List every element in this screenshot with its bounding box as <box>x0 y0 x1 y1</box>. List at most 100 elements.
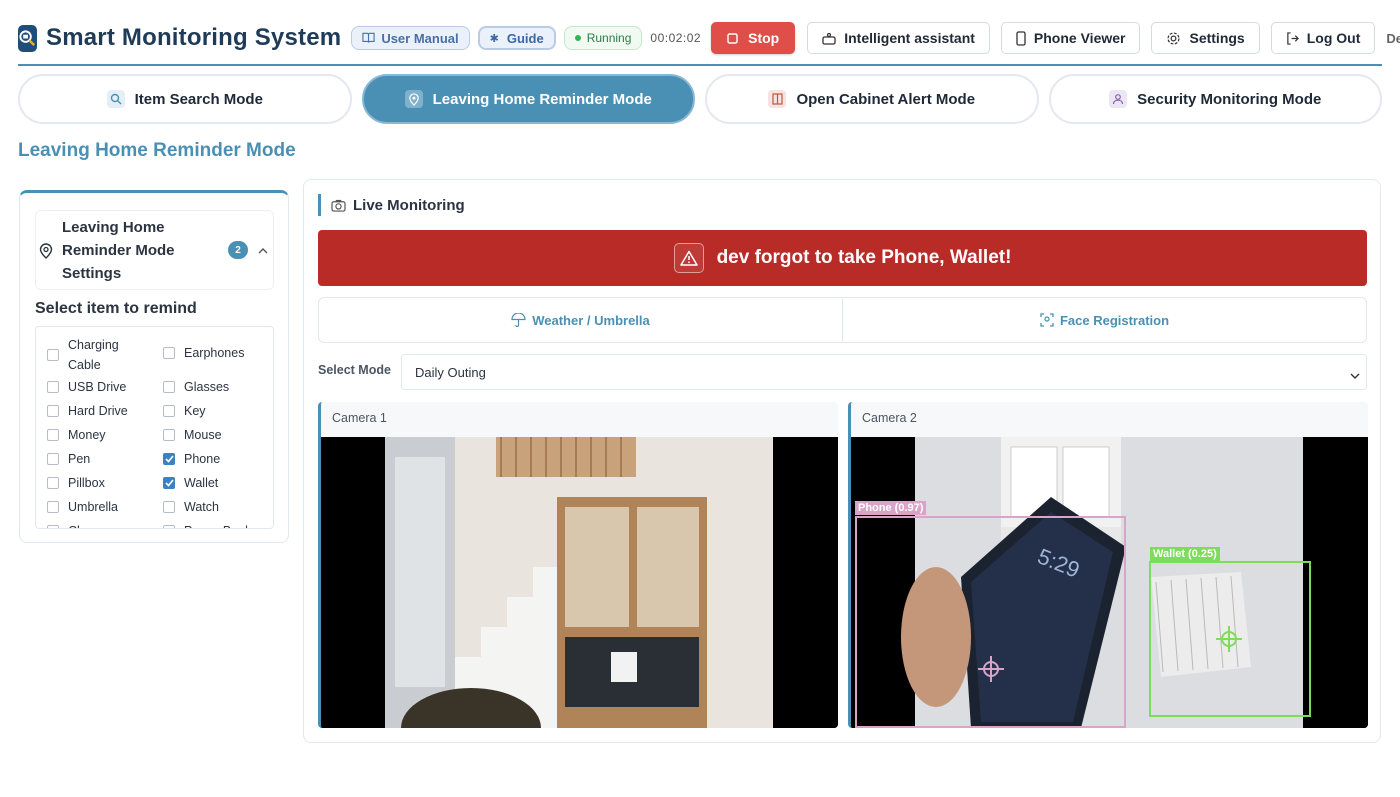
checklist-item[interactable]: Umbrella <box>47 497 118 517</box>
settings-button[interactable]: Settings <box>1151 22 1260 54</box>
checklist-item[interactable]: Hard Drive <box>47 401 128 421</box>
location-pin-icon <box>39 243 53 264</box>
checkbox[interactable] <box>163 347 175 359</box>
logout-icon <box>1286 31 1299 45</box>
checkbox[interactable] <box>47 477 59 489</box>
tab-open-cabinet-alert[interactable]: Open Cabinet Alert Mode <box>705 74 1039 124</box>
check-icon <box>164 479 174 487</box>
checklist-item[interactable]: Mouse <box>163 425 222 445</box>
user-name: Developer <box>1386 30 1400 46</box>
checklist-item-label: Charging Cable <box>68 338 119 372</box>
checklist-item[interactable]: Phone <box>163 449 220 469</box>
intelligent-assistant-button[interactable]: Intelligent assistant <box>807 22 990 54</box>
camera-1-image <box>321 437 838 728</box>
user-shield-icon <box>1109 90 1128 108</box>
checklist-item-label: Power Bank <box>184 521 251 528</box>
checklist-item[interactable]: Charging Cable <box>47 335 137 375</box>
stop-icon <box>727 32 738 44</box>
tab-face-registration[interactable]: Face Registration <box>842 298 1366 342</box>
checkbox[interactable] <box>47 429 59 441</box>
forgotten-items-alert: dev forgot to take Phone, Wallet! <box>318 230 1367 286</box>
camera-icon <box>331 199 346 212</box>
warning-icon <box>673 243 704 273</box>
tab-leaving-home-reminder[interactable]: Leaving Home Reminder Mode <box>361 74 695 124</box>
camera-label: Camera 2 <box>862 411 917 425</box>
checklist-item-label: Watch <box>184 500 219 514</box>
phone-detection-label: Phone (0.97) <box>855 501 927 515</box>
checklist-item[interactable]: USB Drive <box>47 377 126 397</box>
checklist-item[interactable]: Earphones <box>163 343 244 363</box>
guide-label: Guide <box>506 30 544 46</box>
tab-security-monitoring[interactable]: Security Monitoring Mode <box>1048 74 1382 124</box>
mode-tabs: Item Search Mode Leaving Home Reminder M… <box>18 74 1382 126</box>
checklist-item-label: Hard Drive <box>68 404 128 418</box>
select-item-label: Select item to remind <box>35 300 197 317</box>
checkbox[interactable] <box>47 405 59 417</box>
checklist-item-label: Charger <box>68 521 113 528</box>
check-icon <box>164 455 174 463</box>
settings-title: Leaving Home Reminder Mode Settings <box>62 219 175 282</box>
cabinet-icon <box>768 90 787 108</box>
chevron-up-icon[interactable] <box>258 242 268 260</box>
checkbox[interactable] <box>163 381 175 393</box>
checkbox[interactable] <box>163 501 175 513</box>
phone-viewer-label: Phone Viewer <box>1033 30 1126 46</box>
checkbox[interactable] <box>47 453 59 465</box>
user-manual-button[interactable]: User Manual <box>351 26 470 50</box>
checklist-item[interactable]: Pillbox <box>47 473 105 493</box>
tab-label: Open Cabinet Alert Mode <box>796 90 976 108</box>
stop-button[interactable]: Stop <box>711 22 796 54</box>
tab-label: Item Search Mode <box>134 90 263 108</box>
page-title: Leaving Home Reminder Mode <box>18 140 296 161</box>
checklist-item[interactable]: Power Bank <box>163 521 251 528</box>
elapsed-timer: 00:02:02 <box>650 31 702 45</box>
phone-viewer-button[interactable]: Phone Viewer <box>1000 22 1141 54</box>
checkbox[interactable] <box>47 501 59 513</box>
checklist-item[interactable]: Watch <box>163 497 219 517</box>
checklist-item[interactable]: Wallet <box>163 473 218 493</box>
search-icon <box>106 90 125 108</box>
checklist-item-label: Pen <box>68 452 91 466</box>
checklist-item-label: Phone <box>184 452 221 466</box>
checklist-item[interactable]: Money <box>47 425 106 445</box>
book-icon <box>362 32 375 44</box>
alert-text: dev forgot to take Phone, Wallet! <box>716 247 1012 268</box>
tab-weather-umbrella[interactable]: Weather / Umbrella <box>319 298 842 342</box>
logout-button[interactable]: Log Out <box>1270 22 1376 54</box>
checklist-item[interactable]: Key <box>163 401 206 421</box>
pin-icon: ✱ <box>489 32 499 45</box>
checkbox[interactable] <box>47 381 59 393</box>
status-dot-icon <box>574 35 581 41</box>
checklist-item-label: Mouse <box>184 428 222 442</box>
sub-tabs: Weather / Umbrella Face Registration <box>318 297 1367 343</box>
checklist-item-label: Pillbox <box>68 476 105 490</box>
status-label: Running <box>586 31 632 45</box>
select-mode-label: Select Mode <box>318 363 391 377</box>
checkbox-checked[interactable] <box>163 453 175 465</box>
checkbox[interactable] <box>163 525 175 528</box>
logout-label: Log Out <box>1306 30 1361 46</box>
checkbox[interactable] <box>163 405 175 417</box>
checkbox-checked[interactable] <box>163 477 175 489</box>
gear-icon <box>1166 31 1181 46</box>
checkbox[interactable] <box>47 349 59 361</box>
status-badge: Running <box>563 26 643 50</box>
guide-button[interactable]: ✱ Guide <box>477 26 556 50</box>
mode-select[interactable]: Daily Outing <box>401 354 1367 390</box>
face-scan-icon <box>1040 313 1054 327</box>
live-monitoring-title: Live Monitoring <box>353 196 465 214</box>
checklist-item-label: Glasses <box>184 380 230 394</box>
settings-panel: Leaving Home Reminder Mode Settings 2 Se… <box>19 190 289 543</box>
tab-item-search[interactable]: Item Search Mode <box>18 74 352 124</box>
settings-collapse-header[interactable]: Leaving Home Reminder Mode Settings 2 <box>35 210 274 290</box>
checklist-item[interactable]: Charger <box>47 521 113 528</box>
checklist-item-label: USB Drive <box>68 380 127 394</box>
checkbox[interactable] <box>163 429 175 441</box>
camera-1-feed: Camera 1 <box>318 402 838 728</box>
app-title: Smart Monitoring System <box>46 24 342 51</box>
sub-tab-label: Face Registration <box>1059 312 1170 328</box>
checkbox[interactable] <box>47 525 59 528</box>
checklist-item-label: Earphones <box>184 346 245 360</box>
checklist-item[interactable]: Glasses <box>163 377 229 397</box>
checklist-item[interactable]: Pen <box>47 449 90 469</box>
